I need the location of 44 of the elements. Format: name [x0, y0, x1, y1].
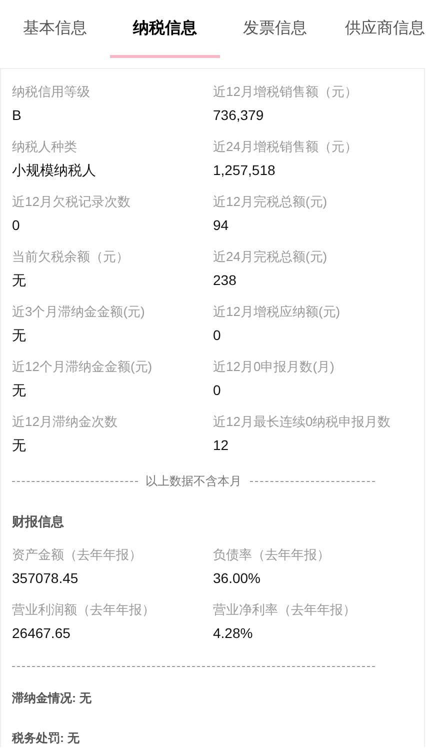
field-value: 736,379 — [213, 106, 265, 124]
field-label: 纳税人种类 — [12, 138, 78, 156]
tab[interactable]: 纳税信息 — [110, 0, 220, 58]
field-label: 近12月欠税记录次数 — [12, 193, 132, 211]
field-label: 营业利润额（去年年报） — [12, 600, 156, 618]
field-value: 0 — [12, 216, 21, 234]
field-label: 近24月增税销售额（元） — [213, 138, 358, 156]
field-label: 近12月0申报月数(月) — [213, 358, 336, 376]
field-value: 小规模纳税人 — [12, 161, 97, 179]
field-label: 近12月完税总额(元) — [213, 193, 328, 211]
field-value: 12 — [213, 436, 230, 454]
field-label: 资产金额（去年年报） — [12, 546, 143, 564]
field-label: 当前欠税余额（元） — [12, 248, 130, 266]
tab[interactable]: 供应商信息 — [330, 0, 426, 58]
field-label: 近12月滞纳金次数 — [12, 413, 118, 431]
field-value: 36.00% — [213, 568, 262, 586]
field-value: 238 — [213, 271, 238, 289]
field-label: 近24月完税总额(元) — [213, 248, 328, 266]
field-value: 0 — [213, 381, 222, 399]
field-value: 94 — [213, 216, 230, 234]
section-title: 财报信息 — [12, 513, 65, 531]
field-label: 近12月增税销售额（元） — [213, 83, 358, 101]
field-value: 26467.65 — [12, 624, 72, 642]
tab[interactable]: 发票信息 — [220, 0, 330, 58]
field-value: 无 — [12, 436, 27, 454]
field-label: 负债率（去年年报） — [213, 546, 331, 564]
field-label: 近3个月滞纳金金额(元) — [12, 303, 146, 321]
tab[interactable]: 基本信息 — [0, 0, 110, 58]
field-value: 4.28% — [213, 624, 254, 642]
field-label: 近12个月滞纳金金额(元) — [12, 358, 154, 376]
summary-text: 滞纳金情况: 无 — [12, 690, 92, 704]
field-value: 1,257,518 — [213, 161, 276, 179]
field-value: 无 — [12, 381, 27, 399]
field-value: 无 — [12, 271, 27, 289]
field-value: B — [12, 106, 22, 124]
field-value: 357078.45 — [12, 568, 80, 586]
summary-text: 税务处罚: 无 — [12, 730, 80, 744]
field-label: 近12月增税应纳额(元) — [213, 303, 342, 321]
field-value: 0 — [213, 326, 222, 344]
field-label: 纳税信用等级 — [12, 83, 91, 101]
field-label: 近12月最长连续0纳税申报月数 — [213, 413, 392, 431]
field-value: 无 — [12, 326, 27, 344]
note-text: 以上数据不含本月 — [146, 473, 242, 490]
field-label: 营业净利率（去年年报） — [213, 600, 357, 618]
